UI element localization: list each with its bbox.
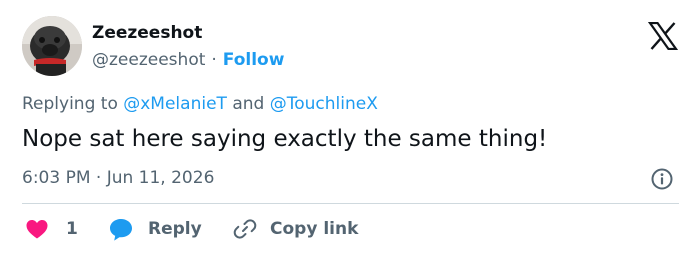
author-display-name[interactable]: Zeezeeshot (92, 22, 284, 44)
tweet-header: Zeezeeshot @zeezeeshot · Follow (22, 16, 682, 78)
author-handle[interactable]: @zeezeeshot (92, 50, 205, 70)
copy-link-button[interactable]: Copy link (232, 214, 358, 244)
avatar[interactable] (22, 16, 82, 76)
separator-dot: · (211, 50, 217, 70)
author-handle-line: @zeezeeshot · Follow (92, 48, 284, 72)
divider (22, 203, 679, 204)
mention-touchlinex[interactable]: @TouchlineX (270, 94, 378, 114)
replying-prefix: Replying to (22, 94, 124, 114)
x-logo-icon[interactable] (648, 22, 678, 50)
tweet-card: Zeezeeshot @zeezeeshot · Follow Replying t… (0, 0, 700, 256)
tweet-text: Nope sat here saying exactly the same th… (22, 126, 548, 152)
reply-button[interactable]: Reply (108, 214, 202, 244)
tweet-timestamp[interactable]: 6:03 PM · Jun 11, 2026 (22, 166, 214, 190)
copy-link-label: Copy link (270, 219, 359, 239)
mention-xmelaniet[interactable]: @xMelanieT (123, 94, 227, 114)
reply-bubble-icon (110, 219, 132, 241)
info-icon[interactable] (650, 167, 674, 191)
like-count: 1 (66, 219, 78, 239)
follow-button[interactable]: Follow (223, 50, 285, 70)
replying-to: Replying to @xMelanieT and @TouchlineX (22, 93, 378, 115)
author-names: Zeezeeshot @zeezeeshot · Follow (92, 22, 284, 72)
link-icon (233, 219, 257, 239)
like-button[interactable]: 1 (24, 214, 78, 244)
heart-icon (26, 220, 48, 239)
replying-conjunction: and (226, 94, 270, 114)
avatar-image (22, 16, 82, 76)
reply-label: Reply (148, 219, 202, 239)
